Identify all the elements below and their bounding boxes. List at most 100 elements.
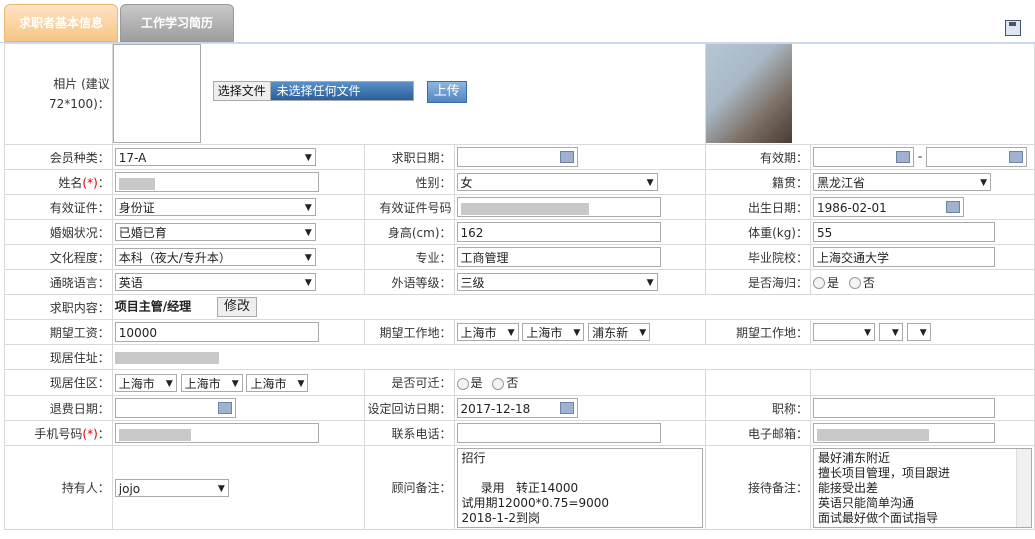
apply-date-label: 求职日期： <box>364 144 455 170</box>
name-input[interactable] <box>114 172 319 192</box>
relocate-yes-radio[interactable] <box>456 377 469 390</box>
edit-job-button[interactable]: 修改 <box>217 297 258 317</box>
email-label: 电子邮箱： <box>705 420 811 446</box>
phone-input[interactable] <box>114 423 319 443</box>
language-label: 通晓语言： <box>4 269 113 295</box>
tel-label: 联系电话： <box>364 420 455 446</box>
email-input[interactable] <box>813 423 995 443</box>
valid-period-separator: - <box>917 149 923 164</box>
refund-date-input[interactable] <box>114 398 236 418</box>
valid-to-input[interactable] <box>926 147 1027 167</box>
address-label: 现居住址： <box>4 344 113 370</box>
height-input[interactable]: 162 <box>456 222 661 242</box>
area-label: 现居住区： <box>4 369 113 396</box>
birth-date-input[interactable]: 1986-02-01 <box>813 197 964 217</box>
job-value: 项目主管/经理 <box>114 299 192 314</box>
id-number-input[interactable] <box>456 197 661 217</box>
area-province-select[interactable]: 上海市 <box>114 373 177 393</box>
salary-input[interactable]: 10000 <box>114 322 319 342</box>
overseas-no-radio[interactable] <box>848 277 861 289</box>
phone-label: 手机号码(*)： <box>4 420 113 446</box>
gender-label: 性别： <box>364 169 455 195</box>
calendar-icon[interactable] <box>946 201 960 213</box>
relocate-no-radio[interactable] <box>492 377 505 390</box>
education-label: 文化程度： <box>4 244 113 270</box>
education-select[interactable]: 本科（夜大/专升本） <box>114 248 316 267</box>
overseas-yes-text: 是 <box>827 275 840 290</box>
photo-label: 相片 (建议72*100)： <box>4 43 113 145</box>
apply-date-input[interactable] <box>456 147 578 167</box>
choose-file-button[interactable]: 选择文件 <box>213 82 271 100</box>
major-label: 专业： <box>364 244 455 270</box>
advisor-note-textarea[interactable]: 招行 录用 转正14000 试用期12000*0.75=9000 2018-1-… <box>456 447 704 528</box>
area-district-select[interactable]: 上海市 <box>246 373 309 393</box>
avatar <box>706 44 793 143</box>
address-value <box>114 351 219 364</box>
owner-select[interactable]: jojo <box>114 478 229 498</box>
upload-button[interactable]: 上传 <box>426 81 467 103</box>
tel-input[interactable] <box>456 423 661 443</box>
visit-date-input[interactable]: 2017-12-18 <box>456 398 578 418</box>
overseas-yes-radio[interactable] <box>813 277 825 289</box>
workplace2-district-select[interactable] <box>906 323 931 342</box>
title-label: 职称： <box>705 395 811 421</box>
member-type-label: 会员种类： <box>4 144 113 170</box>
title-input[interactable] <box>813 398 995 418</box>
tab-bar: 求职者基本信息 工作学习简历 <box>0 0 1035 43</box>
native-place-select[interactable]: 黑龙江省 <box>813 173 991 192</box>
height-label: 身高(cm)： <box>364 219 455 245</box>
overseas-no-text: 否 <box>862 275 875 290</box>
job-seeker-form: 相片 (建议72*100)： 选择文件 未选择任何文件 上传 会员种类： 17-… <box>4 43 1035 530</box>
no-file-text: 未选择任何文件 <box>276 84 361 98</box>
calendar-icon[interactable] <box>559 151 574 163</box>
save-icon[interactable] <box>1005 20 1021 36</box>
job-label: 求职内容： <box>4 294 113 320</box>
reception-note-textarea[interactable]: 最好浦东附近 擅长项目管理，项目跟进 能接受出差 英语只能简单沟通 面试最好做个… <box>813 447 1032 528</box>
overseas-label: 是否海归： <box>705 269 811 295</box>
language-level-select[interactable]: 三级 <box>456 273 658 292</box>
refund-date-label: 退费日期： <box>4 395 113 421</box>
relocate-no-text: 否 <box>506 376 519 390</box>
weight-input[interactable]: 55 <box>813 222 995 242</box>
calendar-icon[interactable] <box>896 151 910 163</box>
marital-select[interactable]: 已婚已育 <box>114 223 316 242</box>
id-type-select[interactable]: 身份证 <box>114 198 316 217</box>
reception-note-label: 接待备注： <box>705 445 811 530</box>
marital-label: 婚姻状况： <box>4 219 113 245</box>
tab-resume[interactable]: 工作学习简历 <box>120 4 234 42</box>
school-input[interactable]: 上海交通大学 <box>813 247 995 267</box>
photo-frame <box>113 44 201 143</box>
id-number-label: 有效证件号码 <box>364 194 455 220</box>
file-chooser[interactable]: 选择文件 未选择任何文件 <box>212 81 414 101</box>
id-type-label: 有效证件： <box>4 194 113 220</box>
visit-date-label: 设定回访日期： <box>364 395 455 421</box>
workplace-district-select[interactable]: 浦东新 <box>588 323 651 342</box>
weight-label: 体重(kg)： <box>705 219 811 245</box>
member-type-select[interactable]: 17-A <box>114 148 316 167</box>
calendar-icon[interactable] <box>217 402 232 414</box>
tab-basic-info[interactable]: 求职者基本信息 <box>4 4 118 42</box>
workplace-province-select[interactable]: 上海市 <box>456 323 519 342</box>
scrollbar[interactable] <box>1016 448 1031 527</box>
language-select[interactable]: 英语 <box>114 273 316 292</box>
valid-period-label: 有效期： <box>705 144 811 170</box>
workplace2-city-select[interactable] <box>878 323 903 342</box>
language-level-label: 外语等级： <box>364 269 455 295</box>
relocate-label: 是否可迁： <box>364 369 455 396</box>
major-input[interactable]: 工商管理 <box>456 247 661 267</box>
area-city-select[interactable]: 上海市 <box>180 373 243 393</box>
calendar-icon[interactable] <box>559 402 574 414</box>
name-label: 姓名(*)： <box>4 169 113 195</box>
school-label: 毕业院校： <box>705 244 811 270</box>
valid-from-input[interactable] <box>813 147 914 167</box>
workplace2-province-select[interactable] <box>813 323 875 342</box>
workplace2-label: 期望工作地： <box>705 319 811 345</box>
workplace-city-select[interactable]: 上海市 <box>522 323 585 342</box>
native-place-label: 籍贯： <box>705 169 811 195</box>
calendar-icon[interactable] <box>1009 151 1023 163</box>
salary-label: 期望工资： <box>4 319 113 345</box>
relocate-yes-text: 是 <box>470 376 483 390</box>
workplace-label: 期望工作地： <box>364 319 455 345</box>
birth-date-label: 出生日期： <box>705 194 811 220</box>
gender-select[interactable]: 女 <box>456 173 658 192</box>
